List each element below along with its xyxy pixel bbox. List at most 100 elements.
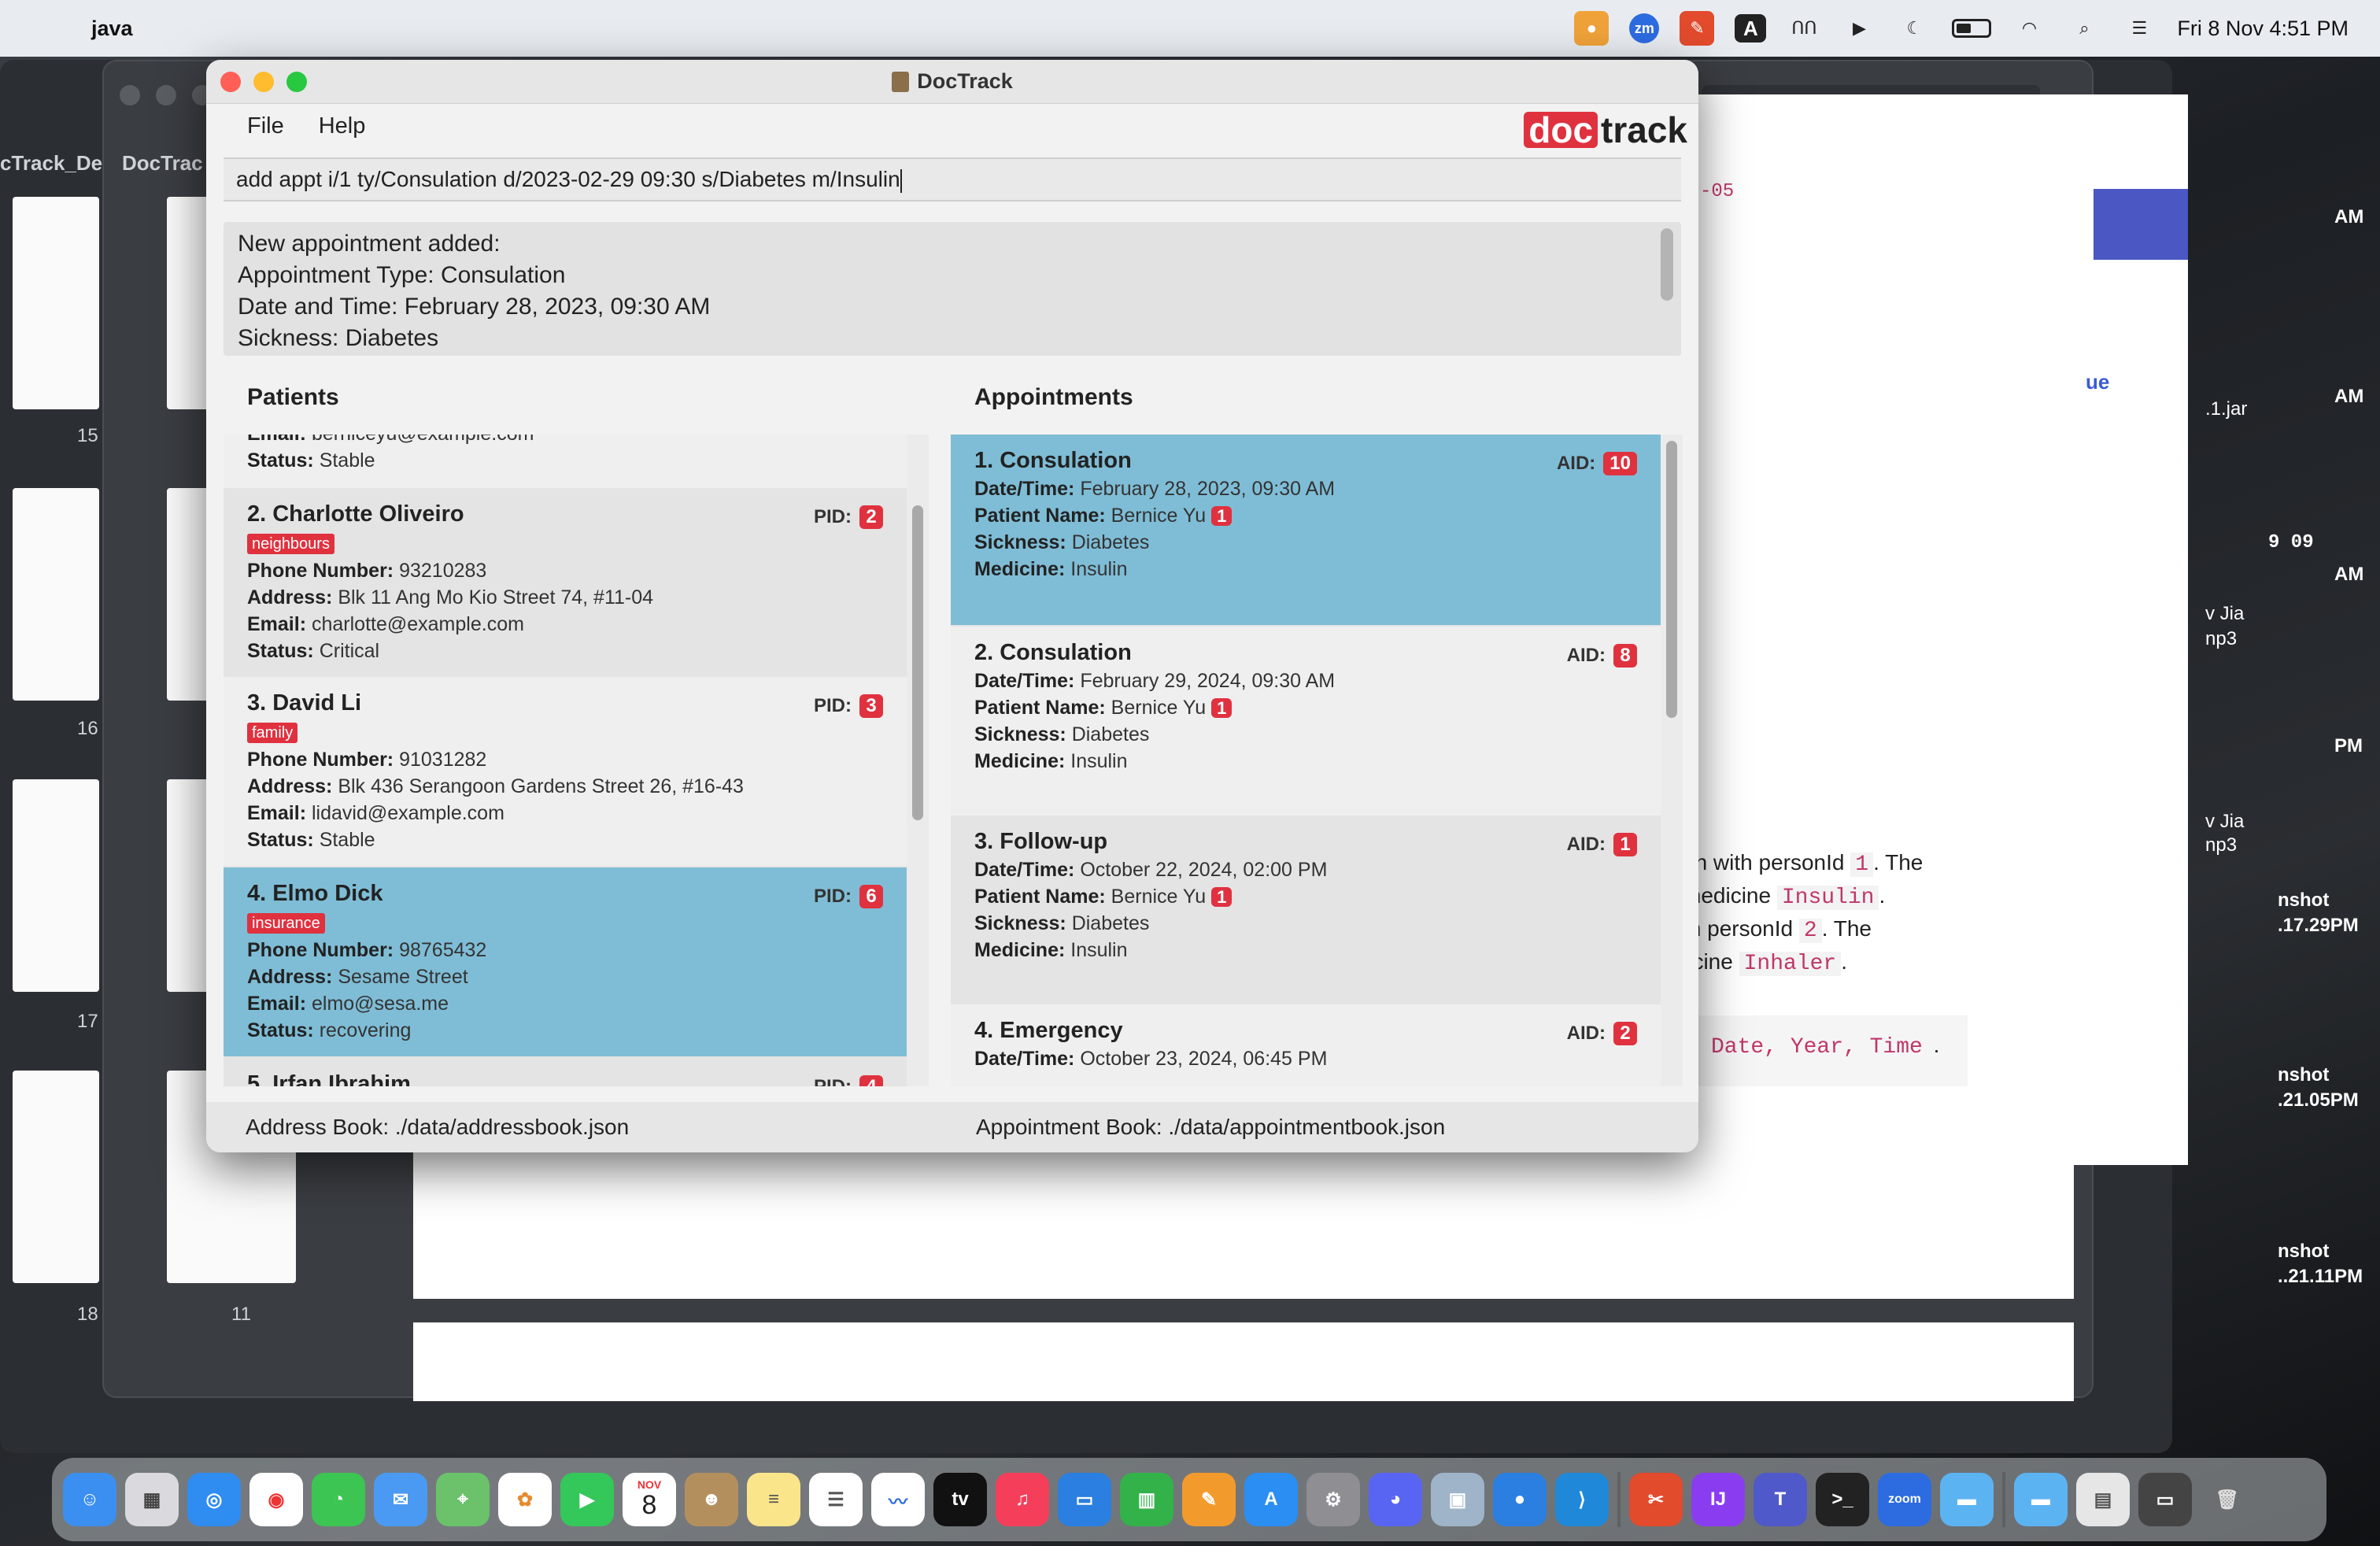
keynote-icon[interactable]: ▭ [1058,1473,1111,1526]
window-title: DocTrack [917,69,1013,93]
launchpad-icon[interactable]: ▦ [125,1473,179,1526]
patient-id-badge: 1 [1211,506,1232,526]
reminders-icon[interactable]: ☰ [809,1473,863,1526]
status-bar: Address Book: ./data/addressbook.json Ap… [206,1102,1698,1152]
numbers-icon[interactable]: ▥ [1120,1473,1173,1526]
safari-icon[interactable]: ◎ [187,1473,241,1526]
calendar-icon[interactable]: NOV 8 [623,1473,676,1526]
chrome-icon[interactable]: ◉ [249,1473,303,1526]
control-center-icon[interactable]: ☰ [2122,11,2156,46]
menubar-clock[interactable]: Fri 8 Nov 4:51 PM [2177,17,2349,41]
active-app-name[interactable]: java [91,17,133,41]
maps-icon[interactable]: ⌖ [436,1473,490,1526]
freeform-icon[interactable]: 〰 [871,1473,925,1526]
command-input-value: add appt i/1 ty/Consulation d/2023-02-29… [236,167,900,191]
appointment-list-scrollbar[interactable] [1661,435,1683,1086]
keyboard-a-icon[interactable]: A [1735,14,1767,43]
background-header-block [2094,189,2188,260]
mic-icon[interactable]: ● [1574,11,1609,46]
search-icon[interactable]: ⌕ [2067,11,2101,46]
battery-icon[interactable] [1952,19,1992,38]
window-minimize-button[interactable] [253,72,274,92]
result-scrollbar[interactable] [1661,228,1673,301]
pid-badge: 4 [859,1075,883,1086]
window-close-button[interactable] [220,72,241,92]
pages-icon[interactable]: ✎ [1182,1473,1236,1526]
doctrack-window: DocTrack File Help doc track add appt i/1… [206,60,1698,1152]
mail-icon[interactable]: ✉ [374,1473,427,1526]
pinpoint-icon[interactable]: ● [1493,1473,1547,1526]
page-thumbnail[interactable] [13,1071,99,1283]
patient-card[interactable]: 3. David Li PID: 3 family Phone Number: 9… [224,677,907,866]
appointment-card[interactable]: 4. Emergency AID: 2 Date/Time: October 23… [951,1004,1661,1086]
result-line: Sickness: Diabetes [238,325,439,351]
folder-icon[interactable]: ▬ [1940,1473,1994,1526]
aid-badge: 1 [1613,833,1637,856]
pid-badge: 2 [859,505,883,529]
folder-stack-icon[interactable]: ▬ [2014,1473,2068,1526]
aid-badge: 8 [1613,644,1637,668]
patient-card[interactable]: 2. Charlotte Oliveiro PID: 2 neighbours P… [224,488,907,677]
window-stack-icon[interactable]: ▭ [2138,1473,2192,1526]
page-thumbnail[interactable] [13,779,99,992]
facetime-icon[interactable]: ▶ [560,1473,614,1526]
screenshot-app-icon[interactable]: ✂ [1629,1473,1683,1526]
result-line: Date and Time: February 28, 2023, 09:30 … [238,294,711,320]
appointment-book-path: Appointment Book: ./data/appointmentbook… [976,1115,1446,1139]
intellij-icon[interactable]: IJ [1691,1473,1745,1526]
appointments-title: Appointments [974,384,1133,410]
result-line: Appointment Type: Consulation [238,262,566,288]
zoom-icon[interactable]: zm [1629,13,1660,43]
patient-list-scrollbar[interactable] [907,435,929,1086]
appointment-card[interactable]: 3. Follow-up AID: 1 Date/Time: October 22… [951,816,1661,1004]
finder-icon[interactable]: ☺ [63,1473,116,1526]
screenshot-icon[interactable]: ✎ [1680,11,1715,46]
page-thumbnail[interactable] [13,197,99,409]
background-document-page [413,1322,2074,1401]
appointment-list[interactable]: 1. Consulation AID: 10 Date/Time: Februar… [951,435,1683,1086]
photos-icon[interactable]: ✿ [498,1473,552,1526]
app-store-icon[interactable]: A [1244,1473,1298,1526]
patient-list[interactable]: Email: berniceyu@example.com Status: Sta… [224,435,929,1086]
pid-badge: 3 [859,694,883,718]
system-settings-icon[interactable]: ⚙ [1306,1473,1360,1526]
music-icon[interactable]: ♫ [996,1473,1049,1526]
java-app-icon [892,71,910,92]
play-icon[interactable]: ▶ [1842,11,1876,46]
vscode-icon[interactable]: ⟩ [1555,1473,1609,1526]
contacts-icon[interactable]: ☻ [685,1473,738,1526]
menu-file[interactable]: File [247,113,284,139]
discord-icon[interactable]: ◕ [1369,1473,1422,1526]
moon-icon[interactable]: ☾ [1897,11,1931,46]
desktop-screenshots: AM AM 9 09 AM PM .1.jar v Jia np3 v Jia … [2205,206,2364,1287]
patient-card-selected[interactable]: 4. Elmo Dick PID: 6 insurance Phone Numbe… [224,867,907,1056]
wifi-icon[interactable]: ◠ [2012,11,2046,46]
macos-dock: ☺ ▦ ◎ ◉ ◔ ✉ ⌖ ✿ ▶ NOV 8 ☻ ≡ ☰ 〰 tv ♫ ▭ ▥ … [52,1458,2326,1541]
preview-icon[interactable]: ▣ [1431,1473,1484,1526]
zoom-app-icon[interactable]: zoom [1878,1473,1931,1526]
patient-id-badge: 1 [1211,698,1232,718]
macos-menubar: java ● zm ✎ A ᑎᑎ ▶ ☾ ◠ ⌕ ☰ Fri 8 Nov 4:5… [0,0,2380,57]
document-stack-icon[interactable]: ▤ [2076,1473,2130,1526]
background-document-page: -05 ue on with personId 1. The medicine … [1669,94,2188,1165]
patient-card-partial[interactable]: Email: berniceyu@example.com Status: Sta… [224,435,907,488]
window-maximize-button[interactable] [286,72,307,92]
appointment-card-selected[interactable]: 1. Consulation AID: 10 Date/Time: Februar… [951,435,1661,625]
patient-card[interactable]: 5. Irfan Ibrahim PID:4 [224,1058,907,1086]
menu-help[interactable]: Help [319,113,366,139]
teams-icon[interactable]: T [1754,1473,1807,1526]
appointment-card[interactable]: 2. Consulation AID: 8 Date/Time: February… [951,627,1661,816]
page-thumbnail[interactable] [13,488,99,701]
terminal-icon[interactable]: >_ [1816,1473,1869,1526]
apple-tv-icon[interactable]: tv [933,1473,987,1526]
patient-tag: insurance [247,913,325,934]
window-titlebar[interactable]: DocTrack [206,60,1698,104]
notes-icon[interactable]: ≡ [747,1473,800,1526]
airpods-icon[interactable]: ᑎᑎ [1787,11,1821,46]
messages-icon[interactable]: ◔ [312,1473,365,1526]
command-input[interactable]: add appt i/1 ty/Consulation d/2023-02-29… [224,157,1681,202]
trash-icon[interactable]: 🗑 [2201,1473,2254,1526]
address-book-path: Address Book: ./data/addressbook.json [246,1115,630,1139]
result-display[interactable]: New appointment added: Appointment Type:… [224,222,1681,356]
patient-tag: neighbours [247,534,334,554]
